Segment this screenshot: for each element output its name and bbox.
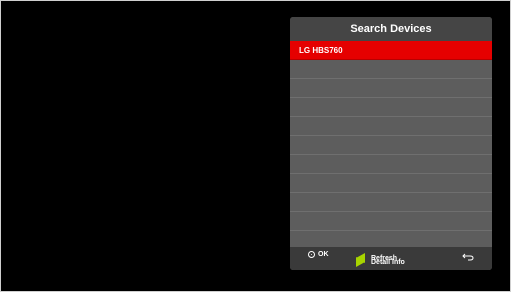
device-row[interactable] [290,136,492,155]
back-button[interactable] [462,253,474,261]
ok-icon [308,251,315,258]
device-row[interactable] [290,193,492,212]
back-arrow-icon [462,253,474,261]
device-row[interactable] [290,212,492,231]
detail-info-label: Detail Info [371,258,405,266]
device-row[interactable] [290,155,492,174]
device-row[interactable]: LG HBS760 [290,41,492,60]
device-row[interactable] [290,60,492,79]
search-devices-dialog: Search Devices LG HBS760 OK Refresh Deta… [290,17,492,270]
ok-label: OK [318,251,329,258]
device-row[interactable] [290,174,492,193]
arrow-right-icon [356,257,365,267]
device-row[interactable] [290,79,492,98]
dialog-title: Search Devices [290,17,492,41]
device-row[interactable] [290,117,492,136]
device-list: LG HBS760 [290,41,492,250]
detail-info-hint[interactable]: Detail Info [356,257,405,267]
device-row[interactable] [290,98,492,117]
ok-hint[interactable]: OK [308,251,329,258]
